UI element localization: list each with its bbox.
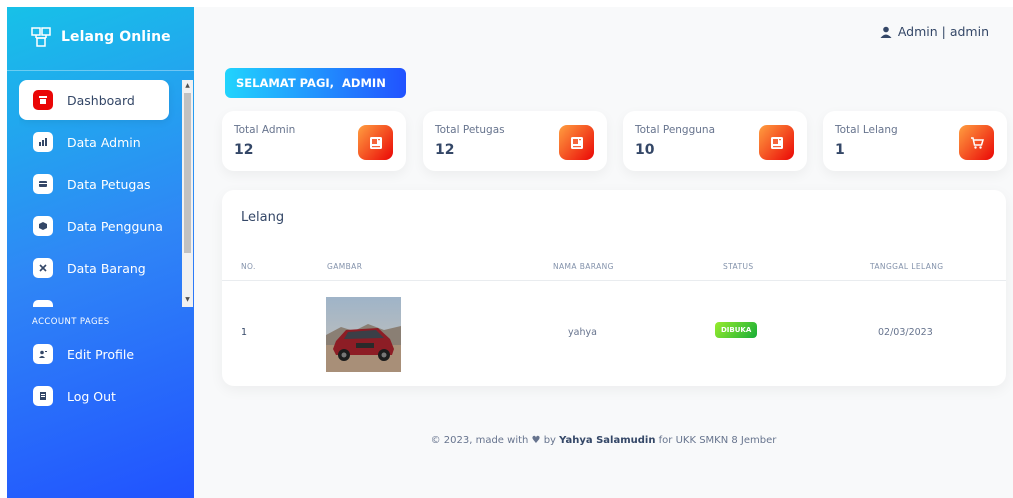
scroll-down-icon[interactable]: ▼	[184, 296, 191, 304]
cell-no: 1	[241, 327, 248, 338]
section-label-account: ACCOUNT PAGES	[32, 317, 110, 327]
contact-card-icon	[358, 125, 393, 160]
footer-author-link[interactable]: Yahya Salamudin	[559, 435, 655, 446]
cart-icon	[959, 125, 994, 160]
sidebar: Lelang Online Dashboard Data Admin Data …	[7, 7, 194, 498]
sidebar-item-label: Log Out	[67, 388, 116, 404]
stat-value: 12	[234, 142, 254, 158]
stat-card-total-petugas: Total Petugas 12	[423, 111, 607, 171]
sidebar-item-dashboard[interactable]: Dashboard	[19, 80, 169, 120]
sidebar-item-data-petugas[interactable]: Data Petugas	[19, 164, 169, 204]
cell-tanggal: 02/03/2023	[878, 327, 933, 338]
item-image	[326, 297, 401, 372]
sidebar-item-data-admin[interactable]: Data Admin	[19, 122, 169, 162]
heart-icon: ♥	[531, 435, 541, 446]
stat-card-total-pengguna: Total Pengguna 10	[623, 111, 807, 171]
status-badge: DIBUKA	[715, 322, 758, 338]
footer-prefix: © 2023, made with	[430, 435, 529, 446]
stat-label: Total Petugas	[435, 124, 505, 136]
partial-icon	[33, 300, 53, 307]
sidebar-item-label: Data Admin	[67, 134, 141, 150]
column-header-nama-barang: NAMA BARANG	[553, 262, 614, 271]
stat-label: Total Lelang	[835, 124, 898, 136]
stat-card-total-admin: Total Admin 12	[222, 111, 406, 171]
stat-card-total-lelang: Total Lelang 1	[823, 111, 1007, 171]
stat-label: Total Pengguna	[635, 124, 716, 136]
sidebar-item-label: Data Petugas	[67, 176, 151, 192]
table-header-divider	[222, 280, 1006, 281]
footer-by: by	[543, 435, 556, 446]
lelang-table-card: Lelang NO. GAMBAR NAMA BARANG STATUS TAN…	[222, 190, 1006, 386]
sidebar-scrollbar[interactable]: ▲ ▼	[182, 80, 193, 307]
user-menu[interactable]: Admin | admin	[880, 24, 989, 39]
user-icon	[880, 26, 892, 38]
chart-icon	[33, 132, 53, 152]
document-icon	[33, 386, 53, 406]
brand-logo-icon	[31, 27, 51, 47]
brand[interactable]: Lelang Online	[31, 27, 171, 47]
user-name: Admin | admin	[897, 24, 989, 39]
footer: © 2023, made with ♥ by Yahya Salamudin f…	[194, 435, 1013, 446]
stat-value: 1	[835, 142, 845, 158]
sidebar-item-label: Dashboard	[67, 92, 135, 108]
scroll-up-icon[interactable]: ▲	[184, 82, 191, 90]
main-content: Admin | admin SELAMAT PAGI, ADMIN Total …	[194, 7, 1013, 498]
top-border	[0, 0, 1013, 7]
cell-nama-barang: yahya	[568, 327, 597, 338]
column-header-gambar: GAMBAR	[327, 262, 363, 271]
store-icon	[33, 90, 53, 110]
contact-card-icon	[759, 125, 794, 160]
profile-icon	[33, 344, 53, 364]
brand-divider	[7, 70, 194, 71]
sidebar-item-log-out[interactable]: Log Out	[19, 378, 179, 414]
greeting-banner: SELAMAT PAGI, ADMIN	[225, 68, 406, 98]
table-title: Lelang	[241, 210, 285, 225]
footer-suffix: for UKK SMKN 8 Jember	[658, 435, 777, 446]
stat-value: 10	[635, 142, 655, 158]
sidebar-item-data-pengguna[interactable]: Data Pengguna	[19, 206, 169, 246]
stat-label: Total Admin	[234, 124, 296, 136]
sidebar-item-edit-profile[interactable]: Edit Profile	[19, 336, 179, 372]
column-header-status: STATUS	[723, 262, 754, 271]
sidebar-item-label: Edit Profile	[67, 346, 135, 362]
stat-value: 12	[435, 142, 455, 158]
column-header-tanggal: TANGGAL LELANG	[870, 262, 944, 271]
column-header-no: NO.	[241, 262, 256, 271]
scroll-thumb[interactable]	[184, 93, 191, 253]
sidebar-item-label: Data Pengguna	[67, 218, 163, 234]
contact-card-icon	[559, 125, 594, 160]
sidebar-item-data-barang[interactable]: Data Barang	[19, 248, 169, 288]
sidebar-item-label: Data Barang	[67, 260, 146, 276]
tools-icon	[33, 258, 53, 278]
brand-name: Lelang Online	[61, 29, 171, 45]
box-icon	[33, 216, 53, 236]
card-icon	[33, 174, 53, 194]
sidebar-nav: Dashboard Data Admin Data Petugas Data P…	[19, 80, 182, 307]
sidebar-item-partial[interactable]	[19, 290, 169, 307]
